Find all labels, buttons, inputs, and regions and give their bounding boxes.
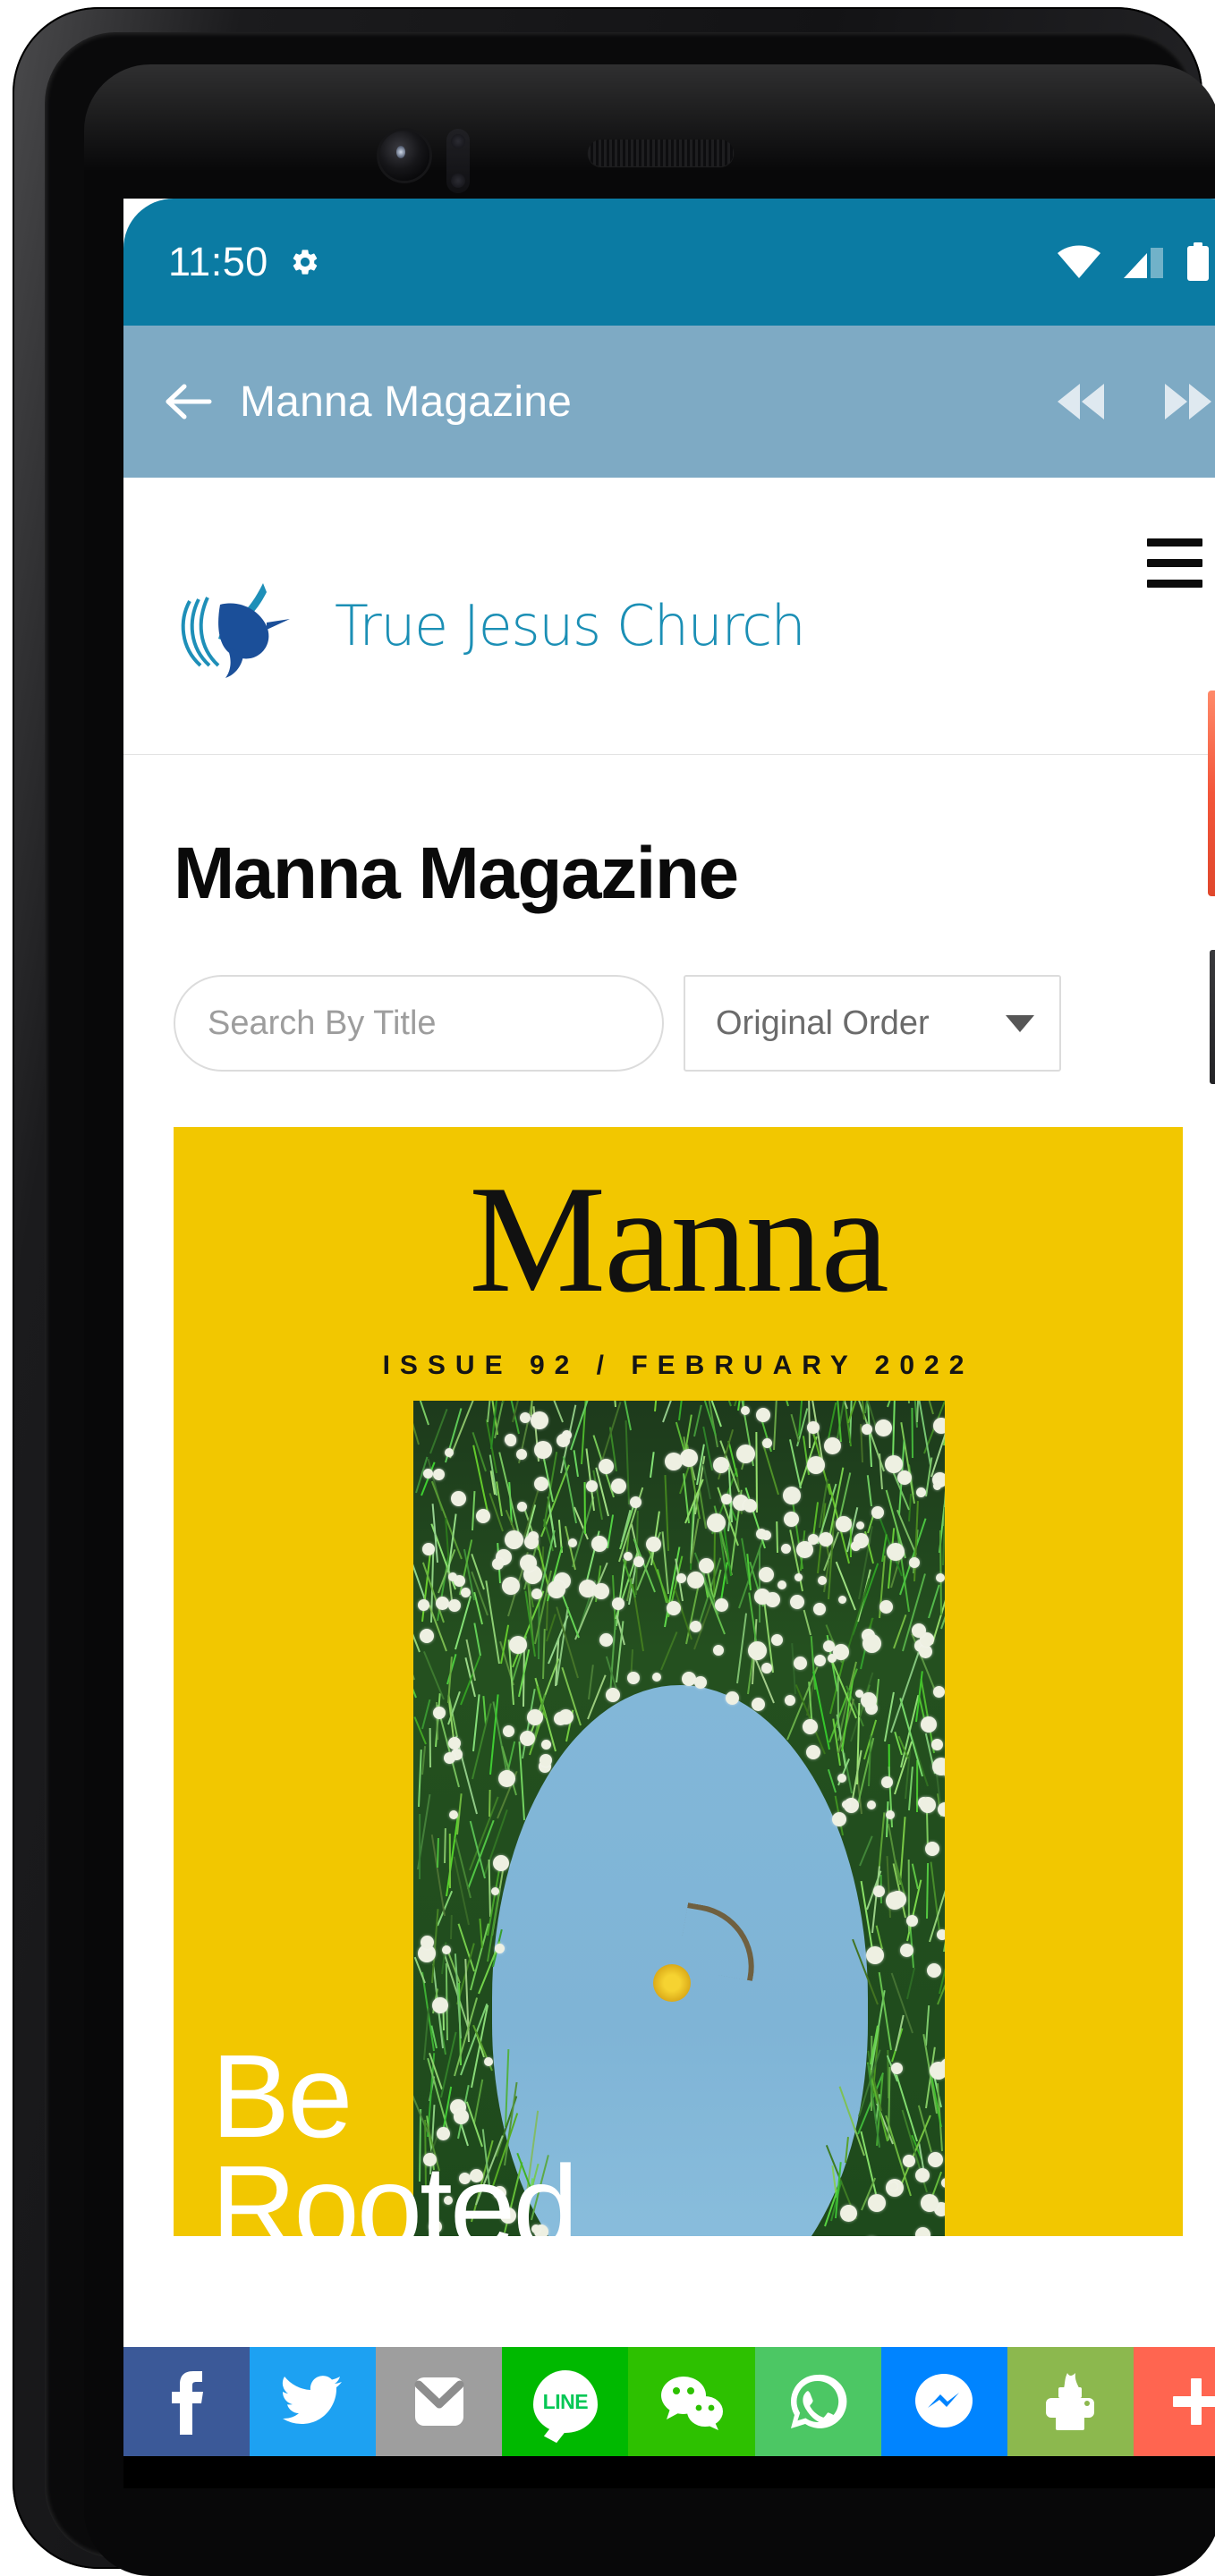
status-bar-left: 11:50 — [168, 239, 320, 285]
app-bar-title: Manna Magazine — [240, 377, 572, 427]
line-label: LINE — [543, 2390, 588, 2414]
volume-button[interactable] — [1210, 950, 1215, 1084]
print-icon — [1039, 2371, 1101, 2432]
status-bar: 11:50 — [123, 199, 1215, 326]
front-camera-icon — [379, 131, 429, 181]
battery-icon — [1185, 242, 1211, 282]
dove-icon — [174, 571, 331, 682]
email-icon — [410, 2374, 469, 2429]
phone-glass: 11:50 Manna Magazine True Jesus Church M… — [84, 64, 1215, 2576]
android-nav-bar — [123, 2456, 1215, 2488]
status-bar-right — [1056, 242, 1211, 282]
filter-row: Original Order — [123, 916, 1215, 1072]
site-logo-text: True Jesus Church — [335, 593, 804, 658]
share-email-button[interactable] — [376, 2347, 502, 2456]
earpiece-speaker — [588, 140, 734, 166]
page-title: Manna Magazine — [123, 755, 1215, 916]
app-bar-actions — [1050, 379, 1215, 424]
fast-forward-button[interactable] — [1160, 379, 1215, 424]
sort-order-value: Original Order — [716, 1004, 930, 1043]
rewind-button[interactable] — [1050, 379, 1109, 424]
status-clock: 11:50 — [168, 239, 268, 285]
app-bar-back-button[interactable] — [163, 381, 213, 422]
hamburger-menu-icon[interactable] — [1147, 538, 1202, 588]
plus-icon — [1168, 2374, 1215, 2429]
site-header: True Jesus Church — [123, 478, 1215, 755]
share-messenger-button[interactable] — [881, 2347, 1007, 2456]
sort-order-select[interactable]: Original Order — [684, 975, 1061, 1072]
web-content: True Jesus Church Manna Magazine Origina… — [123, 478, 1215, 2347]
hamburger-bar — [1147, 538, 1202, 547]
share-whatsapp-button[interactable] — [755, 2347, 881, 2456]
hamburger-bar — [1147, 580, 1202, 588]
site-logo[interactable]: True Jesus Church — [174, 571, 804, 682]
cover-headline-line: Rooted — [211, 2152, 576, 2236]
cover-headline: Be Rooted — [211, 2041, 576, 2236]
share-bar: LINE — [123, 2347, 1215, 2456]
gear-icon[interactable] — [290, 247, 320, 277]
search-input[interactable] — [174, 975, 664, 1072]
proximity-sensor-icon — [446, 129, 470, 193]
wifi-icon — [1056, 244, 1102, 280]
hamburger-bar — [1147, 559, 1202, 567]
share-facebook-button[interactable] — [123, 2347, 250, 2456]
phone-screen: 11:50 Manna Magazine True Jesus Church M… — [123, 199, 1215, 2488]
twitter-icon — [281, 2374, 345, 2429]
whatsapp-icon — [786, 2370, 849, 2433]
cover-headline-line: Be — [211, 2041, 576, 2152]
chevron-down-icon — [1006, 1015, 1034, 1032]
messenger-icon — [913, 2370, 975, 2433]
wechat-icon — [658, 2373, 726, 2430]
facebook-icon — [166, 2368, 208, 2435]
cover-title: Manna — [174, 1163, 1183, 1317]
share-line-button[interactable]: LINE — [502, 2347, 628, 2456]
dandelion-flower — [653, 1964, 691, 2002]
share-twitter-button[interactable] — [250, 2347, 376, 2456]
share-print-button[interactable] — [1007, 2347, 1134, 2456]
power-button[interactable] — [1208, 691, 1215, 896]
phone-bezel: 11:50 Manna Magazine True Jesus Church M… — [45, 32, 1195, 2558]
cover-issue-line: ISSUE 92 / FEBRUARY 2022 — [174, 1351, 1183, 1381]
share-more-button[interactable] — [1134, 2347, 1215, 2456]
magazine-cover-card[interactable]: Manna ISSUE 92 / FEBRUARY 2022 Be Rooted — [174, 1127, 1183, 2236]
line-icon: LINE — [533, 2370, 598, 2433]
phone-device-frame: 11:50 Manna Magazine True Jesus Church M… — [13, 7, 1202, 2569]
share-wechat-button[interactable] — [628, 2347, 754, 2456]
app-bar: Manna Magazine — [123, 326, 1215, 478]
signal-icon — [1122, 244, 1165, 280]
